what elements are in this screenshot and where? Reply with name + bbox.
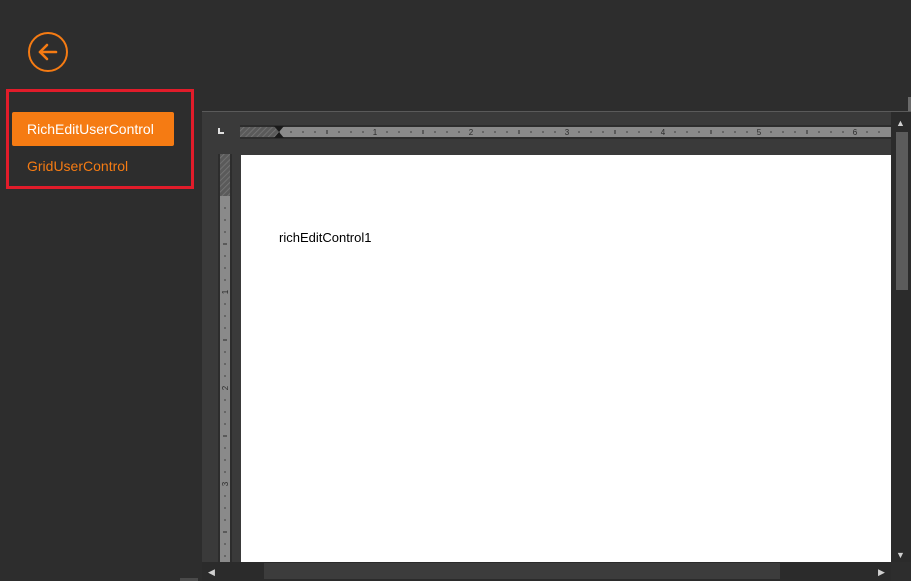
- vertical-scrollbar[interactable]: ▲ ▼: [891, 112, 911, 564]
- scroll-left-icon[interactable]: ◀: [208, 567, 215, 577]
- ruler-tab-selector[interactable]: [218, 128, 224, 134]
- ruler-number: 1: [373, 128, 378, 137]
- ruler-number: 4: [661, 128, 666, 137]
- horizontal-ruler[interactable]: 1 2 3 4 5 6: [240, 125, 891, 139]
- vertical-ruler[interactable]: 1 2 3: [218, 154, 232, 562]
- vertical-scroll-thumb[interactable]: [896, 132, 908, 290]
- ruler-number: 5: [757, 128, 762, 137]
- nav-item-grid[interactable]: GridUserControl: [12, 149, 143, 183]
- nav-item-rich-edit[interactable]: RichEditUserControl: [12, 112, 174, 146]
- ruler-number: 2: [221, 385, 230, 390]
- ruler-number: 1: [221, 289, 230, 294]
- ruler-number: 2: [469, 128, 474, 137]
- scroll-right-icon[interactable]: ▶: [878, 567, 885, 577]
- back-button[interactable]: [28, 32, 68, 72]
- horizontal-scroll-thumb[interactable]: [264, 563, 780, 579]
- scroll-up-icon[interactable]: ▲: [896, 118, 905, 128]
- document-page[interactable]: richEditControl1: [241, 155, 891, 562]
- ruler-number: 3: [221, 481, 230, 486]
- scroll-down-icon[interactable]: ▼: [896, 550, 905, 560]
- ruler-number: 6: [853, 128, 858, 137]
- document-text[interactable]: richEditControl1: [279, 230, 372, 245]
- scrollbar-corner: [891, 562, 911, 581]
- app-window: RichEditUserControl GridUserControl 1 2 3 4…: [0, 0, 911, 581]
- rich-edit-control[interactable]: 1 2 3 4 5 6 1 2 3 richEditControl1 ▲ ▼ ◀ ▶: [202, 111, 911, 581]
- ruler-number: 3: [565, 128, 570, 137]
- horizontal-scrollbar[interactable]: ◀ ▶: [202, 562, 891, 581]
